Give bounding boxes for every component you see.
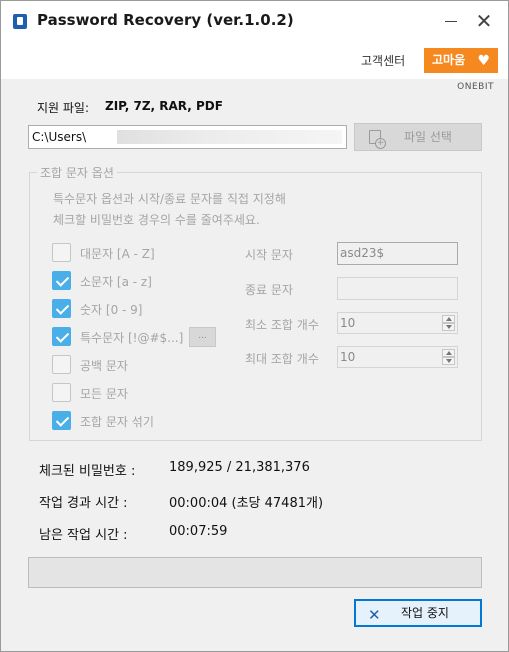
remaining-time-value: 00:07:59	[169, 524, 228, 539]
min-length-stepper[interactable]: 10	[337, 312, 458, 334]
select-file-button[interactable]: 파일 선택	[354, 123, 482, 151]
checked-passwords-value: 189,925 / 21,381,376	[169, 460, 310, 475]
spin-up-icon[interactable]	[442, 349, 455, 357]
max-length-value: 10	[340, 350, 356, 364]
checkbox-box[interactable]	[52, 383, 71, 402]
title-bar: Password Recovery (ver.1.0.2) ✕	[1, 1, 508, 41]
close-button[interactable]: ✕	[469, 9, 499, 33]
file-add-icon	[369, 130, 386, 149]
spin-up-icon[interactable]	[442, 315, 455, 323]
supported-files-label: 지원 파일:	[37, 101, 90, 115]
checkbox-label: 소문자 [a - z]	[80, 275, 152, 289]
start-chars-input[interactable]: asd23$	[337, 242, 458, 265]
checkbox-box[interactable]	[52, 243, 71, 262]
end-chars-label: 종료 문자	[245, 283, 293, 297]
options-legend: 조합 문자 옵션	[37, 164, 117, 181]
stop-task-label: 작업 중지	[401, 606, 449, 620]
max-length-spin	[442, 349, 455, 365]
special-chars-button[interactable]: ...	[189, 327, 216, 347]
brand-label: ONEBIT	[457, 82, 494, 92]
file-path-value: C:\Users\	[32, 130, 87, 144]
end-chars-input[interactable]	[337, 277, 458, 300]
checkbox-label: 특수문자 [!@#$...]	[80, 331, 184, 345]
window-title: Password Recovery (ver.1.0.2)	[37, 11, 294, 29]
spin-down-icon[interactable]	[442, 323, 455, 331]
thanks-button[interactable]: 고마움 ♥	[424, 48, 498, 73]
heart-icon: ♥	[477, 53, 490, 69]
minimize-button[interactable]	[436, 9, 466, 33]
checked-passwords-label: 체크된 비밀번호 :	[39, 464, 136, 479]
redacted-path	[117, 130, 342, 144]
select-file-label: 파일 선택	[404, 130, 452, 144]
start-chars-label: 시작 문자	[245, 248, 293, 262]
checkbox-label: 모든 문자	[80, 387, 128, 401]
progress-bar	[28, 557, 482, 588]
app-logo-icon	[13, 14, 27, 29]
elapsed-time-value: 00:00:04 (초당 47481개)	[169, 496, 324, 511]
x-icon: ✕	[368, 606, 381, 624]
min-length-label: 최소 조합 개수	[245, 318, 319, 332]
file-path-field[interactable]: C:\Users\	[28, 125, 347, 149]
checkbox-box[interactable]	[52, 327, 71, 346]
checkbox-box[interactable]	[52, 411, 71, 430]
checkbox-label: 숫자 [0 - 9]	[80, 303, 143, 317]
checkbox-box[interactable]	[52, 299, 71, 318]
stop-task-button[interactable]: ✕ 작업 중지	[354, 599, 482, 627]
close-icon: ✕	[475, 9, 493, 33]
thanks-label: 고마움	[432, 53, 466, 67]
checkbox-label: 공백 문자	[80, 359, 128, 373]
supported-formats: ZIP, 7Z, RAR, PDF	[105, 99, 223, 113]
checkbox-label: 대문자 [A - Z]	[80, 247, 155, 261]
max-length-stepper[interactable]: 10	[337, 346, 458, 368]
app-window: Password Recovery (ver.1.0.2) ✕ 고객센터 고마움…	[0, 0, 509, 652]
max-length-label: 최대 조합 개수	[245, 352, 319, 366]
min-length-spin	[442, 315, 455, 331]
spin-down-icon[interactable]	[442, 357, 455, 365]
options-help-line-2: 체크할 비밀번호 경우의 수를 줄여주세요.	[53, 213, 260, 227]
checkbox-box[interactable]	[52, 271, 71, 290]
support-link[interactable]: 고객센터	[361, 52, 405, 69]
remaining-time-label: 남은 작업 시간 :	[39, 528, 128, 543]
min-length-value: 10	[340, 316, 356, 330]
elapsed-time-label: 작업 경과 시간 :	[39, 496, 128, 511]
checkbox-box[interactable]	[52, 355, 71, 374]
checkbox-label: 조합 문자 섞기	[80, 415, 154, 429]
options-help-line-1: 특수문자 옵션과 시작/종료 문자를 직접 지정해	[53, 192, 286, 206]
